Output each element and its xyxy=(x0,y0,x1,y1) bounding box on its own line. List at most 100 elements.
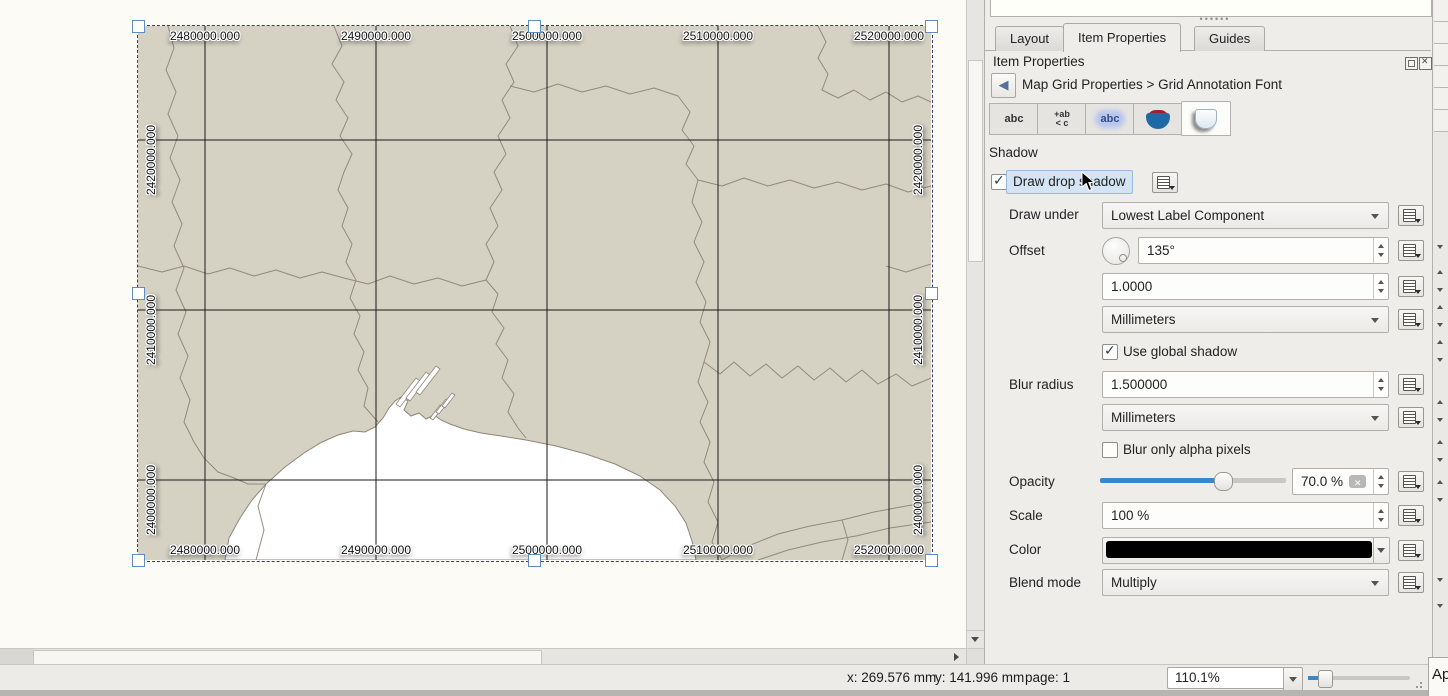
opacity-slider[interactable] xyxy=(1100,478,1286,483)
hscroll-thumb[interactable] xyxy=(33,650,542,665)
map-item[interactable]: 2480000.000 2490000.000 2500000.000 2510… xyxy=(138,26,931,560)
float-panel-icon[interactable] xyxy=(1405,57,1418,70)
splitter-handle[interactable]: •••••• xyxy=(1185,14,1245,22)
blur-radius-label: Blur radius xyxy=(1009,377,1074,392)
tab-formatting[interactable]: +ab< c xyxy=(1037,103,1086,135)
clipped-right-panel xyxy=(1432,0,1448,664)
scale-spinbox[interactable]: 100 % xyxy=(1102,502,1389,529)
offset-distance-spinbox[interactable]: 1.0000 xyxy=(1102,273,1389,300)
use-global-shadow-label[interactable]: Use global shadow xyxy=(1123,344,1237,359)
selection-handle-nw[interactable] xyxy=(132,20,145,33)
grid-annotation: 2420000.000 xyxy=(911,125,925,195)
zoom-dropdown-button[interactable] xyxy=(1283,667,1303,691)
offset-label: Offset xyxy=(1009,243,1045,258)
canvas-horizontal-scrollbar[interactable] xyxy=(0,648,966,665)
data-defined-override-button[interactable] xyxy=(1398,205,1424,226)
draw-under-combo[interactable]: Lowest Label Component xyxy=(1102,202,1389,229)
data-defined-override-button[interactable] xyxy=(1398,240,1424,261)
data-defined-override-button[interactable] xyxy=(1152,172,1178,193)
clear-value-icon[interactable] xyxy=(1349,475,1366,488)
grid-annotation: 2490000.000 xyxy=(341,29,411,43)
color-dropdown-arrow[interactable] xyxy=(1373,538,1389,563)
zoom-level-input[interactable]: 110.1% xyxy=(1167,667,1292,689)
data-defined-override-button[interactable] xyxy=(1398,471,1424,492)
window-bottom-edge xyxy=(0,690,1448,696)
tab-item-properties[interactable]: Item Properties xyxy=(1063,23,1181,52)
selection-handle-w[interactable] xyxy=(132,287,145,300)
blend-mode-combo[interactable]: Multiply xyxy=(1102,569,1389,596)
opacity-slider-handle[interactable] xyxy=(1214,472,1233,491)
grid-annotation: 2500000.000 xyxy=(512,543,582,557)
selection-handle-sw[interactable] xyxy=(132,554,145,567)
spin-buttons[interactable] xyxy=(1373,238,1388,263)
scrollbar-corner xyxy=(966,648,985,665)
blur-only-alpha-label[interactable]: Blur only alpha pixels xyxy=(1123,442,1251,457)
tab-text[interactable]: abc xyxy=(989,103,1038,135)
tab-layout[interactable]: Layout xyxy=(995,26,1064,51)
data-defined-override-button[interactable] xyxy=(1398,276,1424,297)
data-defined-override-button[interactable] xyxy=(1398,540,1424,561)
grid-annotation: 2510000.000 xyxy=(683,543,753,557)
shadow-color-button[interactable] xyxy=(1102,537,1390,564)
map-render xyxy=(138,26,931,560)
offset-angle-dial[interactable] xyxy=(1102,237,1130,265)
panel-title: Item Properties xyxy=(993,54,1085,69)
opacity-spinbox[interactable]: 70.0 % xyxy=(1292,468,1389,495)
layout-canvas[interactable]: 2480000.000 2490000.000 2500000.000 2510… xyxy=(0,0,984,664)
spin-buttons[interactable] xyxy=(1373,372,1388,397)
shadow-tab-icon xyxy=(1195,109,1217,129)
draw-drop-shadow-label[interactable]: Draw drop shadow xyxy=(1006,170,1133,194)
data-defined-override-button[interactable] xyxy=(1398,505,1424,526)
offset-units-combo[interactable]: Millimeters xyxy=(1102,306,1389,333)
blur-radius-spinbox[interactable]: 1.500000 xyxy=(1102,371,1389,398)
qgis-layout-window: 2480000.000 2490000.000 2500000.000 2510… xyxy=(0,0,1448,696)
close-panel-icon[interactable] xyxy=(1419,57,1432,70)
tab-background[interactable] xyxy=(1133,103,1182,135)
offset-angle-spinbox[interactable]: 135° xyxy=(1138,237,1389,264)
tab-buffer[interactable]: abc xyxy=(1085,103,1134,135)
draw-under-label: Draw under xyxy=(1009,207,1079,222)
opacity-label: Opacity xyxy=(1009,474,1055,489)
spin-buttons[interactable] xyxy=(1373,469,1388,494)
zoom-slider[interactable] xyxy=(1308,676,1410,680)
grid-annotation: 2480000.000 xyxy=(170,29,240,43)
grid-annotation: 2510000.000 xyxy=(683,29,753,43)
data-defined-override-button[interactable] xyxy=(1398,309,1424,330)
grid-annotation: 2410000.000 xyxy=(144,295,158,365)
text-tab-icon: abc xyxy=(1005,113,1024,125)
data-defined-override-button[interactable] xyxy=(1398,572,1424,593)
scale-label: Scale xyxy=(1009,508,1043,523)
zoom-slider-handle[interactable] xyxy=(1318,670,1333,688)
blend-mode-label: Blend mode xyxy=(1009,575,1081,590)
grid-annotation: 2520000.000 xyxy=(854,29,924,43)
draw-drop-shadow-checkbox[interactable] xyxy=(991,174,1007,190)
formatting-tab-icon: +ab< c xyxy=(1054,110,1070,128)
breadcrumb: Map Grid Properties > Grid Annotation Fo… xyxy=(1022,77,1282,92)
resize-grip[interactable] xyxy=(1412,682,1422,690)
tab-shadow[interactable] xyxy=(1181,101,1231,136)
grid-annotation: 2400000.000 xyxy=(911,465,925,535)
selection-handle-se[interactable] xyxy=(925,554,938,567)
selection-handle-s[interactable] xyxy=(528,554,541,567)
mouse-cursor xyxy=(1081,171,1095,192)
scroll-right-button[interactable] xyxy=(948,648,966,665)
selection-handle-ne[interactable] xyxy=(925,20,938,33)
spin-buttons[interactable] xyxy=(1373,274,1388,299)
data-defined-override-button[interactable] xyxy=(1398,407,1424,428)
back-button[interactable] xyxy=(991,73,1016,98)
selection-handle-n[interactable] xyxy=(528,20,541,33)
spin-buttons[interactable] xyxy=(1373,503,1388,528)
clipped-apply-text: Ap xyxy=(1428,657,1448,696)
canvas-vertical-scrollbar[interactable] xyxy=(966,0,984,648)
item-properties-panel: •••••• Layout Item Properties Guides Ite… xyxy=(985,0,1431,664)
blur-units-combo[interactable]: Millimeters xyxy=(1102,404,1389,431)
use-global-shadow-checkbox[interactable] xyxy=(1102,344,1118,360)
section-title: Shadow xyxy=(989,145,1038,160)
vscroll-thumb[interactable] xyxy=(968,60,983,262)
blur-only-alpha-checkbox[interactable] xyxy=(1102,442,1118,458)
hscroll-left-block[interactable] xyxy=(0,649,33,665)
data-defined-override-button[interactable] xyxy=(1398,374,1424,395)
scroll-down-button[interactable] xyxy=(966,630,984,649)
tab-guides[interactable]: Guides xyxy=(1194,26,1265,51)
selection-handle-e[interactable] xyxy=(925,287,938,300)
